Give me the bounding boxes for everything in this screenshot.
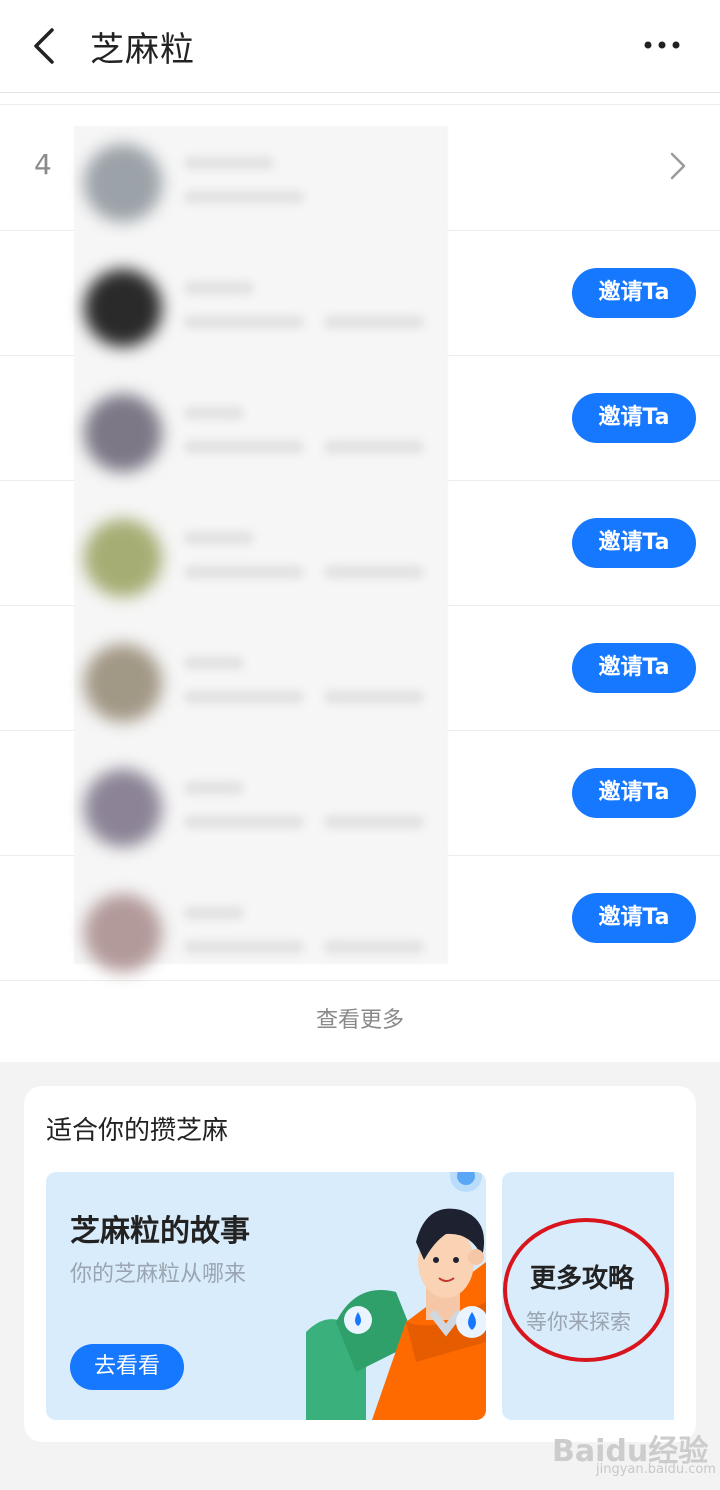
blurred-entry bbox=[74, 376, 448, 500]
invite-button[interactable]: 邀请Ta bbox=[572, 518, 696, 568]
top-bar: 芝麻粒 bbox=[0, 0, 720, 93]
card-title: 适合你的攒芝麻 bbox=[46, 1116, 229, 1146]
more-options-icon[interactable] bbox=[642, 30, 682, 60]
invite-button[interactable]: 邀请Ta bbox=[572, 768, 696, 818]
invite-button[interactable]: 邀请Ta bbox=[572, 893, 696, 943]
story-banner[interactable]: 芝麻粒的故事 你的芝麻粒从哪来 去看看 bbox=[46, 1172, 486, 1420]
cartoon-man-illustration bbox=[306, 1172, 486, 1420]
see-more-link[interactable]: 查看更多 bbox=[0, 982, 720, 1062]
chevron-right-icon[interactable] bbox=[666, 148, 690, 184]
invite-button[interactable]: 邀请Ta bbox=[572, 268, 696, 318]
avatar bbox=[84, 519, 162, 597]
avatar bbox=[84, 394, 162, 472]
back-arrow-icon[interactable] bbox=[28, 24, 68, 68]
avatar bbox=[84, 894, 162, 972]
page-title: 芝麻粒 bbox=[90, 30, 195, 70]
story-title: 芝麻粒的故事 bbox=[70, 1214, 250, 1249]
watermark-url: jingyan.baidu.com bbox=[596, 1462, 716, 1477]
blurred-entry bbox=[74, 126, 448, 250]
blurred-entry bbox=[74, 501, 448, 625]
avatar bbox=[84, 144, 162, 222]
blurred-entry bbox=[74, 251, 448, 375]
avatar bbox=[84, 644, 162, 722]
avatar bbox=[84, 769, 162, 847]
invite-button[interactable]: 邀请Ta bbox=[572, 393, 696, 443]
go-see-button[interactable]: 去看看 bbox=[70, 1344, 184, 1390]
story-subtitle: 你的芝麻粒从哪来 bbox=[70, 1262, 247, 1287]
avatar bbox=[84, 269, 162, 347]
annotation-circle bbox=[503, 1218, 669, 1362]
blurred-entry bbox=[74, 751, 448, 875]
invite-button[interactable]: 邀请Ta bbox=[572, 643, 696, 693]
rank-number: 4 bbox=[34, 148, 52, 181]
blurred-user-info bbox=[74, 126, 448, 972]
divider bbox=[0, 104, 720, 105]
blurred-entry bbox=[74, 626, 448, 750]
